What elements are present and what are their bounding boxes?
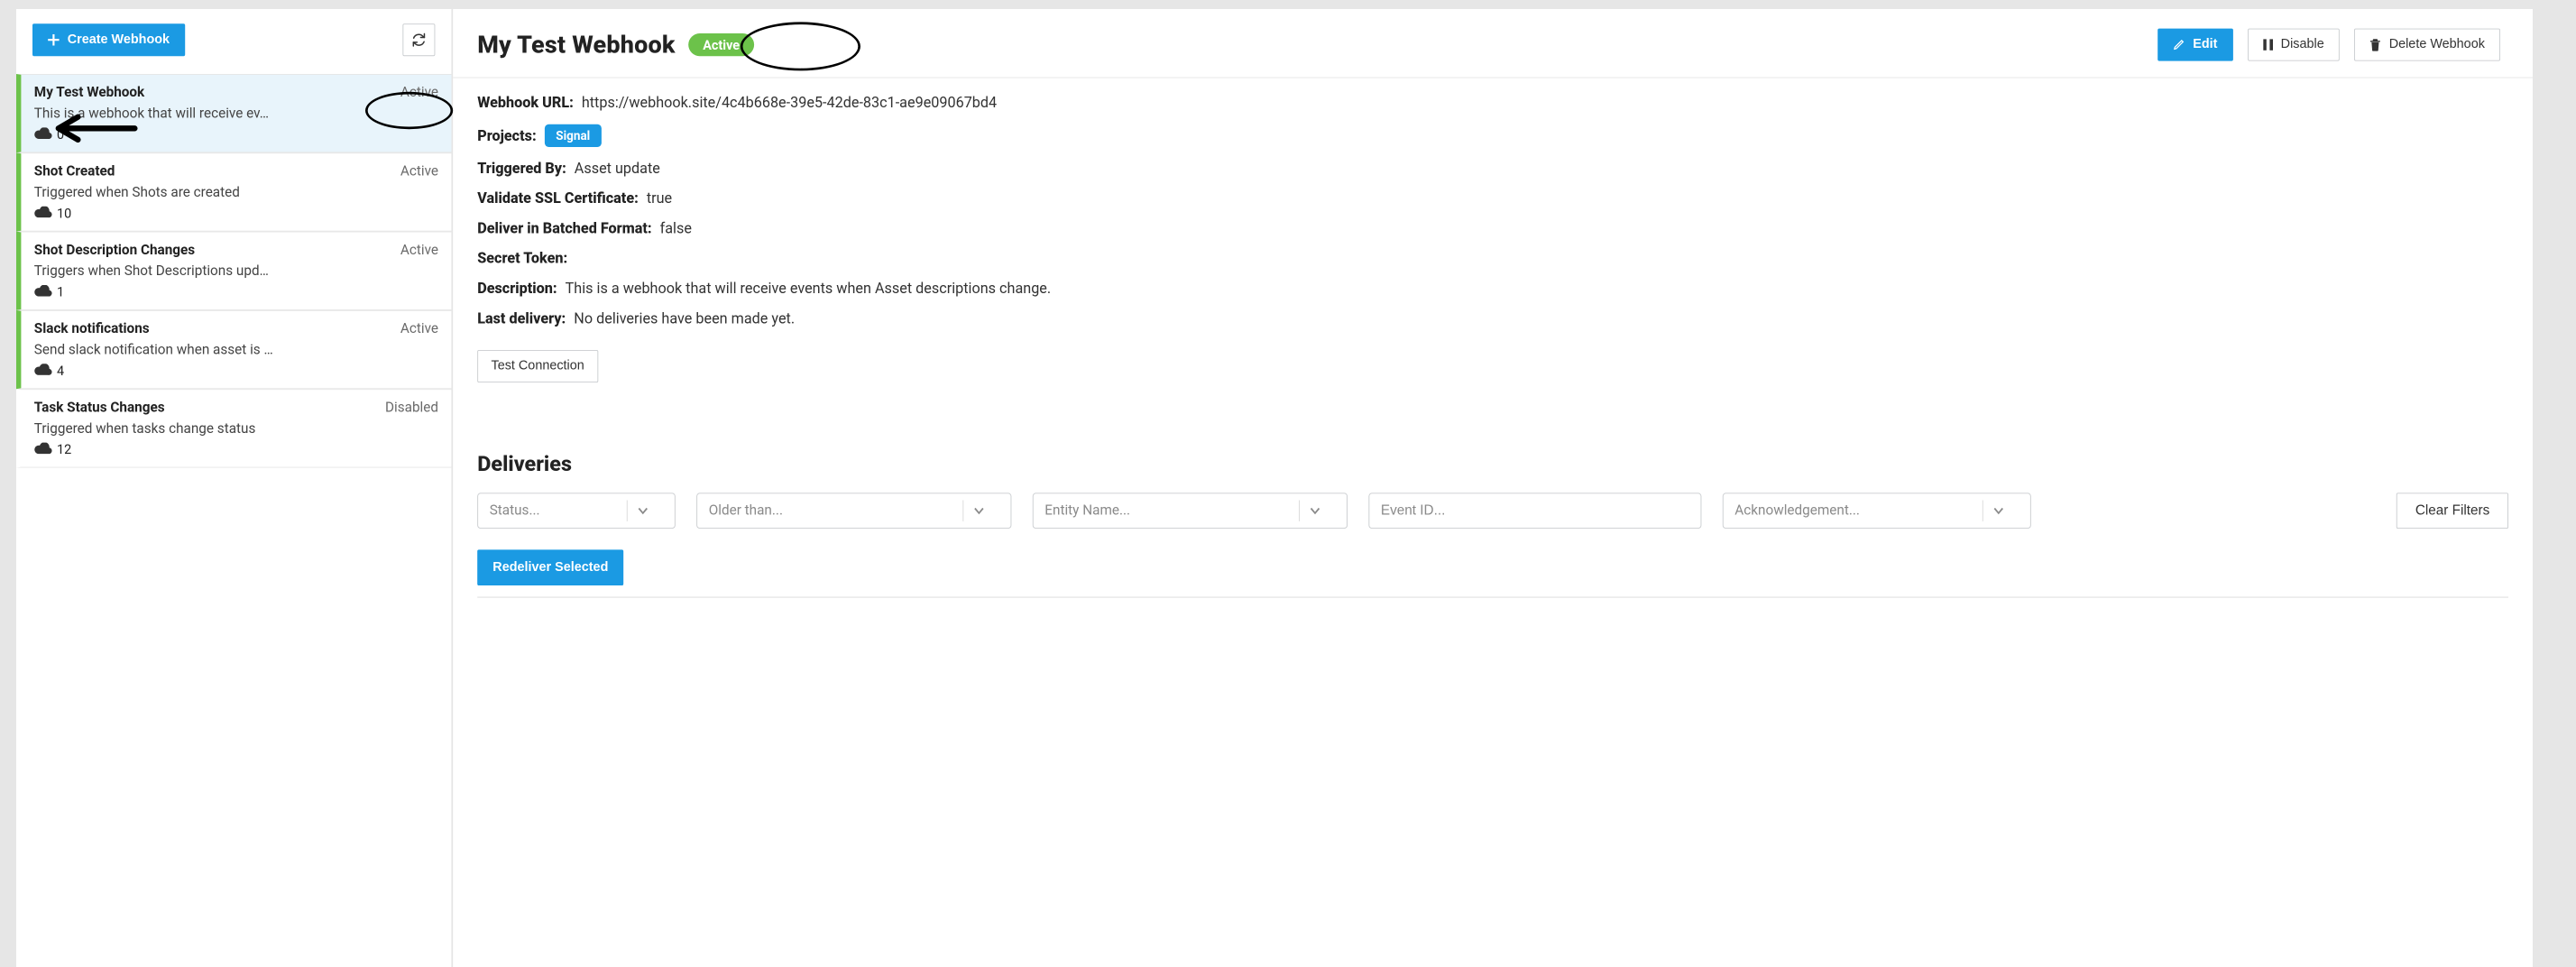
webhook-item-title: Shot Created [34,163,115,180]
webhook-list-item[interactable]: My Test Webhook Active This is a webhook t… [16,74,451,152]
delete-button[interactable]: Delete Webhook [2354,29,2500,61]
triggered-label: Triggered By: [477,160,566,177]
webhook-item-count-value: 12 [57,442,71,457]
older-filter-placeholder: Older than... [709,502,783,519]
webhook-item-count-value: 4 [57,363,64,378]
projects-label: Projects: [477,127,536,144]
redeliver-button[interactable]: Redeliver Selected [477,549,623,585]
annotation-circle-badge [741,22,860,70]
chevron-down-icon [638,505,664,517]
create-webhook-button[interactable]: Create Webhook [32,23,185,56]
webhook-item-count: 1 [34,284,438,299]
sidebar-toolbar: Create Webhook [16,9,451,74]
cloud-icon [34,206,52,221]
event-id-input[interactable] [1368,493,1701,529]
edit-button[interactable]: Edit [2158,29,2233,61]
webhook-item-count: 0 [34,127,438,143]
pause-icon [2263,39,2273,51]
desc-label: Description: [477,281,557,298]
entity-filter[interactable]: Entity Name... [1033,493,1348,529]
main-body: Webhook URL: https://webhook.site/4c4b66… [453,78,2533,598]
url-label: Webhook URL: [477,95,574,112]
cloud-icon [34,442,52,457]
deliveries-section: Deliveries Status... Older than... [477,452,2508,597]
entity-filter-placeholder: Entity Name... [1044,502,1130,519]
webhook-item-desc: Triggers when Shot Descriptions upd… [34,263,438,280]
ack-filter-placeholder: Acknowledgement... [1734,502,1860,519]
webhook-item-status: Active [400,242,438,258]
webhook-list-item[interactable]: Shot Created Active Triggered when Shots a… [16,152,451,231]
plus-icon [48,34,60,46]
webhook-item-count: 12 [34,442,438,457]
refresh-icon [411,32,426,47]
ssl-value: true [647,190,672,207]
create-webhook-label: Create Webhook [68,32,170,47]
webhook-item-desc: Triggered when tasks change status [34,420,438,437]
webhook-list-item[interactable]: Shot Description Changes Active Triggers w… [16,232,451,310]
status-filter[interactable]: Status... [477,493,676,529]
webhook-item-title: Slack notifications [34,321,150,337]
edit-label: Edit [2193,38,2217,52]
webhook-item-count: 4 [34,363,438,378]
pencil-icon [2174,39,2185,51]
webhook-item-desc: This is a webhook that will receive ev… [34,106,438,122]
older-filter[interactable]: Older than... [696,493,1011,529]
trash-icon [2369,38,2381,51]
delete-label: Delete Webhook [2389,38,2485,52]
last-value: No deliveries have been made yet. [574,310,795,327]
ack-filter[interactable]: Acknowledgement... [1723,493,2031,529]
webhook-item-desc: Triggered when Shots are created [34,184,438,200]
main-header: My Test Webhook Active Edit Disable [453,9,2533,78]
webhook-item-title: My Test Webhook [34,85,144,101]
webhook-list: My Test Webhook Active This is a webhook t… [16,74,451,468]
main: My Test Webhook Active Edit Disable [453,9,2533,967]
sidebar: Create Webhook My Test Webhook Active This… [16,9,453,967]
deliveries-title: Deliveries [477,452,2508,476]
webhook-item-status: Active [400,163,438,180]
webhook-list-item[interactable]: Slack notifications Active Send slack noti… [16,310,451,389]
webhook-item-count-value: 0 [57,127,64,143]
header-actions: Edit Disable Delete Webhook [2158,29,2500,61]
webhook-item-status: Active [400,85,438,101]
batched-value: false [660,220,692,237]
triggered-value: Asset update [575,160,660,177]
secret-label: Secret Token: [477,250,567,267]
refresh-button[interactable] [402,23,435,56]
webhook-item-count: 10 [34,206,438,221]
ssl-label: Validate SSL Certificate: [477,190,639,207]
webhook-item-status: Active [400,321,438,337]
webhook-item-count-value: 1 [57,284,64,299]
status-filter-placeholder: Status... [490,502,540,519]
page-title: My Test Webhook [477,31,675,60]
project-chip[interactable]: Signal [545,124,602,147]
divider [477,597,2508,598]
batched-label: Deliver in Batched Format: [477,220,651,237]
chevron-down-icon [973,505,999,517]
webhook-item-status: Disabled [385,400,438,416]
deliveries-filters: Status... Older than... [477,493,2508,529]
last-label: Last delivery: [477,310,566,327]
webhook-item-desc: Send slack notification when asset is … [34,342,438,358]
cloud-icon [34,363,52,378]
webhook-item-title: Shot Description Changes [34,242,195,258]
chevron-down-icon [1310,505,1336,517]
test-connection-button[interactable]: Test Connection [477,350,598,382]
url-value: https://webhook.site/4c4b668e-39e5-42de-… [582,95,997,112]
disable-button[interactable]: Disable [2248,29,2340,61]
event-id-field[interactable] [1381,502,1689,519]
cloud-icon [34,127,52,143]
cloud-icon [34,284,52,299]
desc-value: This is a webhook that will receive even… [566,281,1052,298]
webhook-item-title: Task Status Changes [34,400,165,416]
webhook-item-count-value: 10 [57,206,71,221]
disable-label: Disable [2281,38,2324,52]
status-badge: Active [688,33,754,56]
chevron-down-icon [1993,505,2019,517]
clear-filters-button[interactable]: Clear Filters [2397,493,2508,529]
webhook-list-item[interactable]: Task Status Changes Disabled Triggered whe… [16,389,451,467]
